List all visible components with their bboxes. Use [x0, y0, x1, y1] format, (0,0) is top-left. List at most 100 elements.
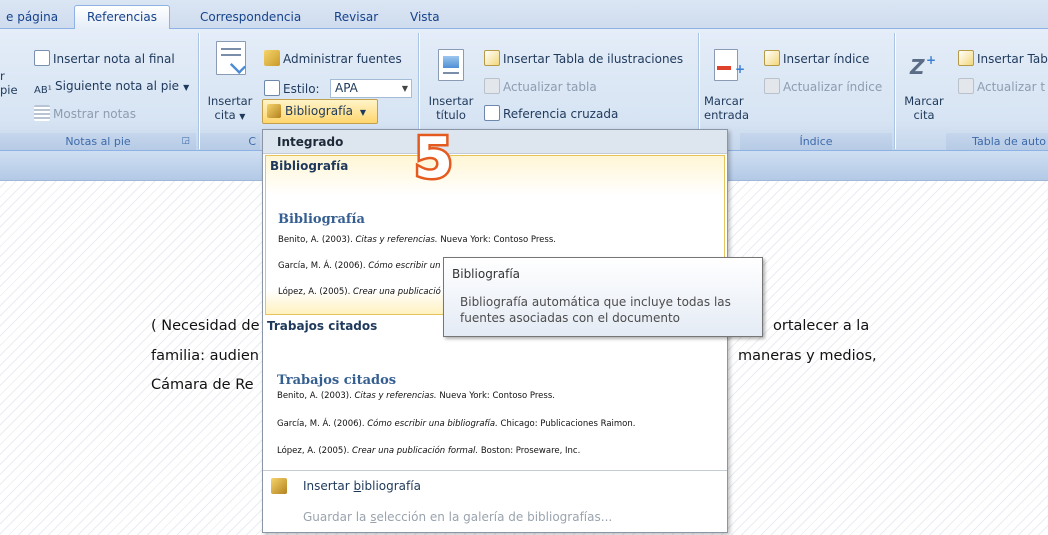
- chevron-down-icon: ▼: [183, 83, 190, 92]
- insert-index-icon: [764, 50, 780, 66]
- footnotes-group-label-text: Notas al pie: [65, 135, 131, 148]
- document-text-line1-end: ortalecer a la: [773, 318, 870, 334]
- document-text-line1-start: ( Necesidad de: [151, 318, 260, 334]
- insert-caption-icon: [438, 49, 464, 81]
- document-text-line2-start: familia: audien: [151, 348, 259, 364]
- ribbon-tab-bar: e página Referencias Correspondencia Rev…: [0, 0, 1048, 30]
- update-table-of-authorities-button[interactable]: Actualizar t: [958, 78, 1045, 95]
- chevron-down-icon: ▼: [359, 108, 366, 117]
- insert-caption-button[interactable]: Insertar título: [424, 94, 478, 122]
- step-number-marker: 5: [412, 126, 456, 191]
- preview-title: Bibliografía: [278, 212, 365, 227]
- cross-reference-icon: [484, 105, 500, 121]
- mark-citation-label-1: Marcar: [904, 94, 944, 108]
- preview-title: Trabajos citados: [277, 373, 397, 388]
- insert-table-of-authorities-button[interactable]: Insertar Tab: [958, 50, 1048, 67]
- chevron-down-icon: ▼: [239, 112, 246, 121]
- tab-references[interactable]: Referencias: [74, 5, 170, 30]
- update-index-button[interactable]: Actualizar índice: [764, 78, 882, 95]
- update-table-icon: [484, 78, 500, 94]
- insert-bibliography-label: Insertar bibliografía: [303, 479, 421, 493]
- gallery-item-works-cited[interactable]: Trabajos citados Benito, A. (2003). Cita…: [265, 316, 725, 476]
- next-footnote-icon: AB¹: [34, 85, 52, 96]
- preview-entry: López, A. (2005). Crear una publicació: [278, 287, 441, 297]
- insert-endnote-label: Insertar nota al final: [53, 52, 175, 66]
- footnotes-group-label: Notas al pie ◲: [0, 133, 196, 150]
- endnote-icon: [34, 50, 50, 66]
- toa-group-label: Tabla de auto: [946, 133, 1048, 150]
- tooltip-title: Bibliografía: [452, 267, 521, 281]
- citation-style-select[interactable]: APA ▼: [330, 79, 412, 98]
- insert-footnote-button-partial[interactable]: r pie: [0, 69, 18, 97]
- index-group-label: Índice: [740, 133, 892, 150]
- insert-table-of-figures-button[interactable]: Insertar Tabla de ilustraciones: [484, 50, 683, 67]
- document-text-line3-start: Cámara de Re: [151, 377, 254, 393]
- show-notes-icon: [34, 105, 50, 121]
- update-index-icon: [764, 78, 780, 94]
- citations-group-label: C: [200, 133, 260, 150]
- next-footnote-button[interactable]: AB¹ Siguiente nota al pie ▼: [34, 78, 189, 99]
- dialog-launcher-icon[interactable]: ◲: [181, 133, 190, 150]
- gallery-item-label: Bibliografía: [270, 159, 349, 173]
- table-of-figures-icon: [484, 50, 500, 66]
- insert-bibliography-menu-item[interactable]: Insertar bibliografía: [263, 474, 727, 500]
- mark-entry-button[interactable]: Marcar entrada: [704, 94, 752, 122]
- mark-entry-icon: +: [714, 49, 745, 81]
- gallery-header: Integrado: [263, 130, 727, 154]
- insert-citation-icon: [216, 41, 247, 75]
- mark-entry-label-2: entrada: [704, 108, 749, 122]
- save-selection-menu-item[interactable]: Guardar la selección en la galería de bi…: [263, 504, 727, 530]
- manage-sources-label: Administrar fuentes: [283, 52, 402, 66]
- manage-sources-button[interactable]: Administrar fuentes: [264, 50, 402, 67]
- save-selection-label: Guardar la selección en la galería de bi…: [303, 510, 613, 524]
- show-notes-label: Mostrar notas: [53, 107, 136, 121]
- next-footnote-label: Siguiente nota al pie: [55, 79, 180, 93]
- bibliography-tooltip: Bibliografía Bibliografía automática que…: [443, 257, 763, 337]
- insert-table-of-figures-label: Insertar Tabla de ilustraciones: [503, 52, 684, 66]
- mark-citation-icon: Z +: [910, 53, 937, 79]
- bibliography-label: Bibliografía: [285, 104, 354, 118]
- insert-table-of-authorities-label: Insertar Tab: [977, 52, 1048, 66]
- cross-reference-button[interactable]: Referencia cruzada: [484, 105, 618, 122]
- insert-citation-label-2: cita ▼: [214, 108, 246, 122]
- show-notes-button[interactable]: Mostrar notas: [34, 105, 136, 122]
- update-table-label: Actualizar tabla: [503, 80, 597, 94]
- tab-review[interactable]: Revisar: [328, 7, 384, 29]
- tooltip-body: Bibliografía automática que incluye toda…: [460, 295, 731, 325]
- update-toa-icon: [958, 78, 974, 94]
- bibliography-icon: [267, 104, 281, 118]
- insert-endnote-button[interactable]: Insertar nota al final: [34, 50, 175, 67]
- insert-caption-label-1: Insertar: [428, 94, 474, 108]
- update-table-button[interactable]: Actualizar tabla: [484, 78, 597, 95]
- manage-sources-icon: [264, 50, 280, 66]
- tab-view[interactable]: Vista: [404, 7, 446, 29]
- style-label: Estilo:: [264, 80, 320, 97]
- tab-page-layout[interactable]: e página: [0, 7, 64, 29]
- insert-index-button[interactable]: Insertar índice: [764, 50, 869, 67]
- style-icon: [264, 80, 280, 96]
- cross-reference-label: Referencia cruzada: [503, 107, 619, 121]
- tab-mailings[interactable]: Correspondencia: [194, 7, 307, 29]
- document-text-line2-end: maneras y medios,: [738, 348, 877, 364]
- preview-entry: García, M. Á. (2006). Cómo escribir un: [278, 261, 441, 271]
- update-toa-label: Actualizar t: [977, 80, 1046, 94]
- gallery-divider: [263, 470, 727, 471]
- group-separator: [198, 33, 200, 149]
- chevron-down-icon: ▼: [401, 84, 408, 93]
- preview-entry: Benito, A. (2003). Citas y referencias. …: [278, 235, 556, 245]
- citation-style-value: APA: [335, 81, 358, 95]
- style-label-text: Estilo:: [283, 82, 320, 96]
- mark-entry-label-1: Marcar: [704, 94, 744, 108]
- mark-citation-button[interactable]: Marcar cita: [902, 94, 946, 122]
- preview-entry: López, A. (2005). Crear una publicación …: [277, 446, 581, 456]
- bibliography-button[interactable]: Bibliografía ▼: [262, 99, 378, 124]
- update-index-label: Actualizar índice: [783, 80, 883, 94]
- group-separator: [894, 33, 896, 149]
- preview-entry: Benito, A. (2003). Citas y referencias. …: [277, 391, 555, 401]
- insert-index-label: Insertar índice: [783, 52, 870, 66]
- insert-caption-label-2: título: [436, 108, 466, 122]
- insert-citation-label-1: Insertar: [207, 94, 253, 108]
- insert-citation-button[interactable]: Insertar cita ▼: [206, 94, 254, 124]
- table-of-authorities-icon: [958, 50, 974, 66]
- bibliography-icon: [271, 478, 287, 494]
